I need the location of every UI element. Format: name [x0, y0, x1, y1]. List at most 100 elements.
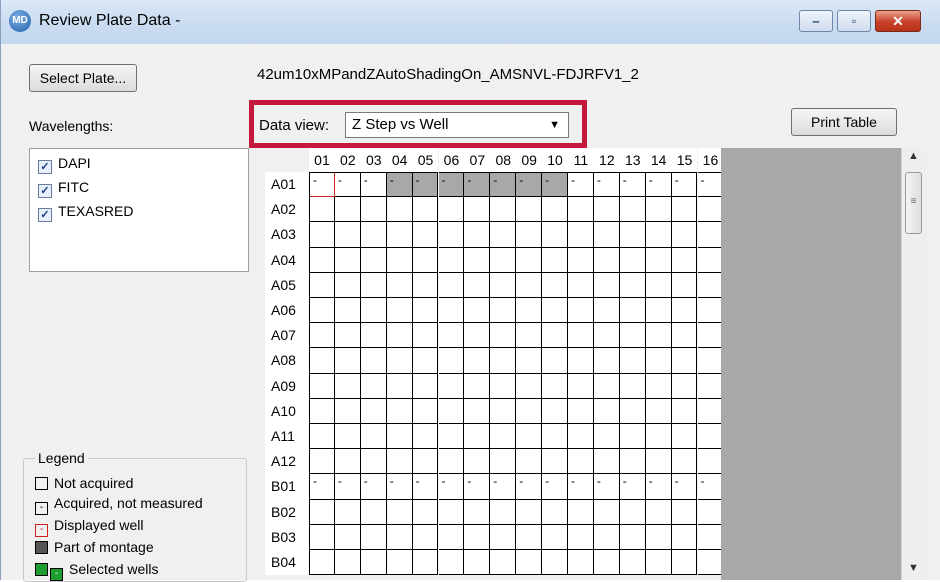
scroll-up-arrow-icon[interactable]: ▲ — [908, 150, 919, 162]
well-cell[interactable] — [438, 524, 465, 550]
well-cell[interactable] — [697, 449, 724, 475]
well-cell[interactable] — [619, 298, 646, 324]
well-cell[interactable] — [464, 398, 491, 424]
well-cell[interactable] — [568, 272, 594, 298]
well-cell[interactable] — [619, 323, 646, 349]
wavelength-item-texasred[interactable]: ✓ TEXASRED — [38, 201, 133, 222]
well-cell[interactable]: - — [490, 172, 517, 198]
well-cell[interactable]: - — [645, 172, 672, 198]
row-header[interactable]: A12 — [265, 449, 309, 475]
well-cell[interactable] — [671, 449, 698, 475]
select-plate-button[interactable]: Select Plate... — [29, 64, 137, 92]
row-header[interactable]: B03 — [265, 524, 309, 550]
well-cell[interactable]: - — [438, 172, 465, 198]
well-cell[interactable] — [309, 348, 335, 374]
well-cell[interactable] — [516, 348, 543, 374]
column-header[interactable]: 04 — [386, 148, 413, 172]
well-cell[interactable] — [412, 197, 439, 223]
well-cell[interactable] — [386, 197, 413, 223]
well-cell[interactable] — [490, 398, 517, 424]
well-cell[interactable] — [593, 524, 620, 550]
well-cell[interactable] — [671, 298, 698, 324]
well-cell[interactable] — [334, 348, 361, 374]
row-header[interactable]: A03 — [265, 222, 309, 248]
well-cell[interactable] — [568, 373, 594, 399]
well-cell[interactable] — [671, 398, 698, 424]
well-cell[interactable] — [490, 323, 517, 349]
well-cell[interactable] — [309, 449, 335, 475]
well-cell[interactable] — [438, 197, 465, 223]
well-cell[interactable] — [386, 222, 413, 248]
well-cell[interactable] — [645, 524, 672, 550]
well-cell[interactable] — [490, 298, 517, 324]
well-cell[interactable] — [490, 499, 517, 525]
well-cell[interactable] — [645, 247, 672, 273]
well-cell[interactable] — [568, 550, 594, 576]
row-header[interactable]: A06 — [265, 298, 309, 324]
scrollbar-thumb[interactable]: ≡ — [905, 172, 922, 234]
well-cell[interactable] — [309, 247, 335, 273]
well-cell[interactable] — [542, 449, 568, 475]
well-cell[interactable] — [697, 323, 724, 349]
well-cell[interactable] — [619, 550, 646, 576]
well-cell[interactable] — [360, 222, 387, 248]
column-header[interactable]: 07 — [464, 148, 491, 172]
well-cell[interactable] — [593, 247, 620, 273]
column-header[interactable]: 08 — [490, 148, 517, 172]
well-cell[interactable] — [697, 398, 724, 424]
well-cell[interactable]: - — [464, 172, 491, 198]
well-cell[interactable] — [645, 499, 672, 525]
well-cell[interactable] — [412, 222, 439, 248]
data-view-dropdown[interactable]: Z Step vs Well ▼ — [345, 112, 569, 138]
well-cell[interactable] — [464, 499, 491, 525]
well-cell[interactable] — [360, 247, 387, 273]
well-cell[interactable] — [386, 373, 413, 399]
well-cell[interactable] — [516, 424, 543, 450]
checkbox-checked-icon[interactable]: ✓ — [38, 184, 52, 198]
well-cell[interactable] — [568, 348, 594, 374]
well-cell[interactable]: - — [619, 172, 646, 198]
well-cell[interactable] — [438, 550, 465, 576]
well-cell[interactable] — [671, 499, 698, 525]
well-cell[interactable] — [542, 222, 568, 248]
well-cell[interactable]: - — [309, 474, 335, 500]
well-cell[interactable]: - — [697, 172, 724, 198]
well-cell[interactable] — [360, 197, 387, 223]
well-cell[interactable] — [334, 197, 361, 223]
well-cell[interactable] — [619, 449, 646, 475]
well-cell[interactable]: - — [671, 474, 698, 500]
well-cell[interactable] — [671, 272, 698, 298]
well-cell[interactable] — [645, 323, 672, 349]
well-cell[interactable] — [490, 247, 517, 273]
well-cell[interactable] — [619, 197, 646, 223]
row-header[interactable]: A08 — [265, 348, 309, 374]
well-cell[interactable] — [671, 222, 698, 248]
well-cell[interactable] — [593, 323, 620, 349]
well-cell[interactable] — [334, 550, 361, 576]
well-cell[interactable] — [490, 373, 517, 399]
well-cell[interactable] — [334, 272, 361, 298]
well-cell[interactable] — [568, 247, 594, 273]
well-cell[interactable] — [412, 323, 439, 349]
well-cell[interactable]: - — [438, 474, 465, 500]
well-cell[interactable] — [593, 348, 620, 374]
well-cell[interactable] — [490, 550, 517, 576]
well-cell[interactable] — [593, 398, 620, 424]
well-cell[interactable] — [568, 323, 594, 349]
well-cell[interactable] — [697, 247, 724, 273]
well-cell[interactable] — [697, 499, 724, 525]
well-cell[interactable] — [386, 348, 413, 374]
well-cell[interactable]: - — [619, 474, 646, 500]
well-cell[interactable] — [645, 298, 672, 324]
well-cell[interactable]: - — [360, 172, 387, 198]
well-cell[interactable] — [671, 197, 698, 223]
well-cell[interactable] — [593, 550, 620, 576]
well-cell[interactable] — [386, 398, 413, 424]
well-cell[interactable] — [697, 524, 724, 550]
well-cell[interactable]: - — [490, 474, 517, 500]
well-cell[interactable] — [697, 373, 724, 399]
well-cell[interactable] — [542, 373, 568, 399]
well-cell[interactable]: - — [334, 172, 361, 198]
column-header[interactable]: 14 — [645, 148, 672, 172]
row-header[interactable]: B04 — [265, 550, 309, 576]
